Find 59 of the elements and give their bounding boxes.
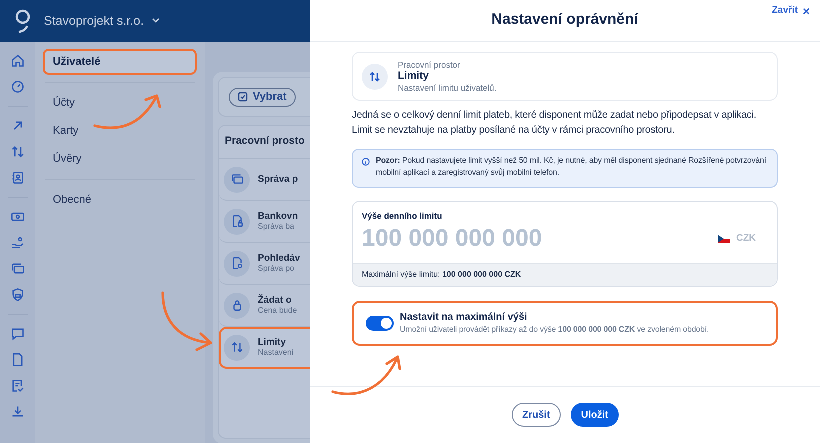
logo-icon	[14, 9, 32, 33]
cards-icon	[224, 166, 250, 192]
czech-flag-icon	[718, 234, 730, 243]
home-icon[interactable]	[10, 54, 24, 68]
notice-text: Pozor: Pokud nastavujete limit vyšší než 50 mil. Kč, je nutné, aby měl disponent sjednané Rozšířené potvrzování mobilní aplikací a zaregistrovaný svůj mobilní telefon.	[376, 155, 768, 179]
list-row[interactable]: Limity Nastavení	[219, 327, 310, 369]
row-title: Bankovn	[258, 210, 298, 222]
toggle-switch[interactable]	[366, 316, 394, 331]
modal-title: Nastavení oprávnění	[492, 10, 638, 30]
chevron-down-icon	[152, 18, 160, 24]
row-title: Limity	[258, 336, 287, 348]
transfer-icon	[362, 64, 388, 90]
toggle-title: Nastavit na maximální výši	[400, 312, 528, 325]
gauge-icon[interactable]	[10, 80, 24, 94]
row-subtitle: Nastavení	[258, 348, 294, 358]
workspace-description: Nastavení limitu uživatelů.	[398, 82, 497, 93]
document-icon	[224, 250, 250, 276]
company-switcher[interactable]: Stavoprojekt s.r.o.	[44, 12, 160, 30]
row-title: Správa p	[258, 174, 298, 186]
checkbox-icon	[238, 92, 248, 102]
banknote-icon[interactable]	[10, 210, 24, 224]
row-subtitle: Cena bude	[258, 306, 298, 316]
row-subtitle: Správa po	[258, 264, 296, 274]
cards-icon[interactable]	[10, 262, 24, 276]
annotation-arrow	[162, 292, 212, 352]
transfer-icon	[224, 334, 250, 360]
document-check-icon[interactable]	[10, 379, 24, 393]
row-title: Žádat o	[258, 294, 293, 306]
document-icon[interactable]	[10, 353, 24, 367]
intro-text: Jedná se o celkový denní limit plateb, které disponent může zadat nebo připodepsat v aplikaci. Limit se nevztahuje na platby posílané na účty v rámci pracovního prostoru.	[352, 109, 758, 138]
nav-item[interactable]: Karty	[43, 118, 197, 144]
workspace-title: Limity	[398, 70, 430, 83]
nav-item[interactable]: Uživatelé	[43, 49, 197, 75]
contact-book-icon[interactable]	[10, 171, 24, 185]
toggle-description: Umožní uživateli provádět příkazy až do výše 100 000 000 000 CZK ve zvoleném období.	[400, 324, 710, 335]
annotation-arrow	[94, 94, 162, 130]
save-button[interactable]: Uložit	[571, 403, 618, 427]
shield-icon[interactable]	[10, 288, 24, 302]
workspace-label: Pracovní prostor	[398, 60, 462, 70]
max-limit-text: Maximální výše limitu: 100 000 000 000 CZK	[353, 263, 777, 286]
close-icon	[803, 8, 810, 15]
info-icon	[362, 158, 370, 166]
currency-label: CZK	[736, 232, 756, 246]
hand-coin-icon[interactable]	[10, 236, 24, 250]
lock-icon	[224, 292, 250, 318]
amount-label: Výše denního limitu	[362, 210, 444, 223]
nav-item[interactable]: Úvěry	[43, 146, 197, 172]
transfer-icon[interactable]	[10, 145, 24, 159]
close-button[interactable]: Zavřít	[772, 4, 810, 18]
document-lock-icon	[224, 208, 250, 234]
download-icon[interactable]	[10, 405, 24, 419]
cancel-button[interactable]: Zrušit	[512, 403, 562, 427]
chat-icon[interactable]	[10, 327, 24, 341]
annotation-arrow	[332, 356, 402, 396]
select-button[interactable]: Vybrat	[229, 88, 296, 106]
nav-item[interactable]: Obecné	[43, 187, 197, 213]
nav-item[interactable]: Účty	[43, 90, 197, 116]
row-subtitle: Správa ba	[258, 222, 296, 232]
row-title: Pohledáv	[258, 252, 300, 264]
